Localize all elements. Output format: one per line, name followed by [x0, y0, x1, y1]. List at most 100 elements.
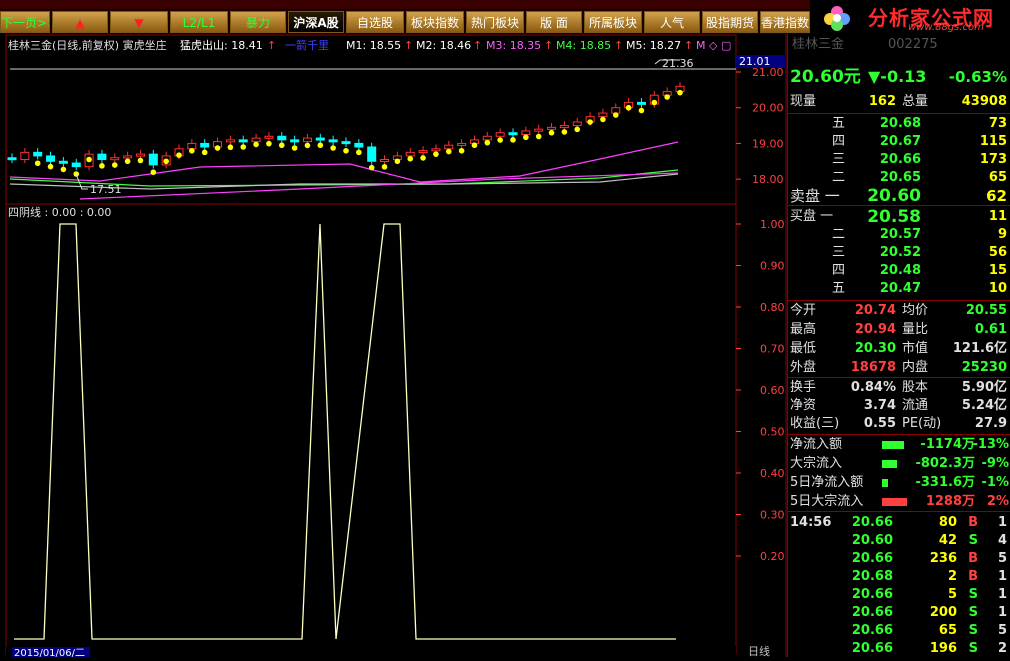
signal-dot: [240, 144, 247, 150]
quote-panel: 桂林三金 002275 20.60元 ▼-0.13 -0.63% 现量 162 …: [787, 34, 1010, 657]
chart-area[interactable]: 21.01 桂林三金(日线,前复权) 寅虎坐庄 猛虎出山: 18.41 ↑ 一箭…: [0, 34, 787, 659]
tick-row[interactable]: 20.66 196 S 2: [788, 640, 1010, 658]
tick-row[interactable]: 20.66 200 S 1: [788, 604, 1010, 622]
toolbar-button[interactable]: 下一页>>: [0, 11, 50, 33]
bid-price: 20.48: [879, 263, 921, 278]
up-arrow-icon: ↑: [404, 39, 413, 52]
chart-title: 桂林三金(日线,前复权) 寅虎坐庄: [8, 38, 167, 52]
toolbar-button[interactable]: 版 面: [526, 11, 582, 33]
ask-qty: 173: [979, 152, 1007, 167]
divider: [788, 113, 1010, 114]
tick-qty: 80: [938, 515, 957, 530]
tick-count: 1: [997, 569, 1007, 584]
stat-value: 20.55: [965, 303, 1007, 318]
signal-dot: [111, 162, 118, 168]
signal-dot: [445, 148, 452, 155]
toolbar-button[interactable]: 暴力: [230, 11, 286, 33]
m4-label: M4: 18.85: [556, 39, 611, 52]
ask-row: 二 20.65 65: [788, 169, 1010, 187]
bid-label: 二: [832, 227, 846, 242]
toolbar-button[interactable]: L2/L1: [170, 11, 228, 33]
tick-row[interactable]: 20.60 42 S 4: [788, 532, 1010, 550]
divider: [788, 434, 1010, 435]
tick-price: 20.66: [851, 587, 893, 602]
toolbar-button[interactable]: 人气: [644, 11, 700, 33]
candle-body: [148, 153, 158, 166]
stat-value: 0.61: [974, 322, 1007, 337]
signal-dot: [612, 112, 619, 118]
candle-body: [367, 146, 377, 162]
toolbar-button[interactable]: 自选股: [346, 11, 404, 33]
stat-label: 外盘: [790, 360, 817, 375]
tick-price: 20.60: [851, 533, 893, 548]
stat-value: 20.30: [854, 341, 896, 356]
toolbar-button[interactable]: 香港指数: [760, 11, 810, 33]
period-label[interactable]: 日线: [748, 644, 770, 658]
toolbar-button[interactable]: 所属板块: [584, 11, 642, 33]
signal-dot: [60, 166, 67, 173]
chart-canvas[interactable]: 21.01 桂林三金(日线,前复权) 寅虎坐庄 猛虎出山: 18.41 ↑ 一箭…: [0, 34, 787, 659]
bid-price: 20.52: [879, 245, 921, 260]
ask-qty: 62: [986, 187, 1007, 205]
tick-row[interactable]: 20.66 5 S 1: [788, 586, 1010, 604]
toolbar-button[interactable]: 板块指数: [406, 11, 464, 33]
chart-frame: [5, 34, 737, 655]
tick-row[interactable]: 20.66 236 B 5: [788, 550, 1010, 568]
stat-value: 3.74: [863, 398, 896, 413]
ask-price: 20.65: [879, 170, 921, 185]
flow-label: 大宗流入: [790, 456, 843, 471]
flower-icon: [824, 6, 850, 31]
tick-price: 20.66: [851, 623, 893, 638]
stat-label: 最低: [790, 341, 817, 356]
stats-row: 最低 20.30 市值 121.6亿: [788, 340, 1010, 358]
toolbar-button[interactable]: 热门板块: [466, 11, 524, 33]
signal-dot: [561, 129, 568, 135]
signal-line: [14, 223, 676, 640]
signal-dot: [124, 158, 131, 165]
tick-row[interactable]: 20.66 65 S 5: [788, 622, 1010, 640]
candle-body: [508, 132, 518, 136]
max-marker: 21.36: [662, 57, 694, 70]
signal-dot: [484, 139, 491, 146]
toolbar-button[interactable]: ▲: [52, 11, 108, 33]
tick-row[interactable]: 14:56 20.66 80 B 1: [788, 514, 1010, 532]
candle-body: [238, 139, 248, 143]
ask-qty: 65: [988, 170, 1007, 185]
toolbar-button[interactable]: 股指期货: [702, 11, 758, 33]
up-arrow-icon: ↑: [544, 39, 553, 52]
bid-qty: 11: [988, 209, 1007, 224]
tick-price: 20.66: [851, 515, 893, 530]
toolbar-button[interactable]: 沪深A股: [288, 11, 344, 33]
signal-dot: [227, 144, 234, 151]
divider: [788, 377, 1010, 378]
signal-dot: [574, 126, 581, 133]
tick-side: S: [968, 641, 978, 656]
candle-body: [251, 137, 261, 143]
stats-row: 最高 20.94 量比 0.61: [788, 321, 1010, 339]
ask-row: 卖盘 一 20.60 62: [788, 187, 1010, 205]
tick-row[interactable]: 20.68 2 B 1: [788, 568, 1010, 586]
stat-value: 18678: [850, 360, 896, 375]
tick-qty: 42: [938, 533, 957, 548]
tick-side: B: [968, 551, 978, 566]
bid-label: 买盘 一: [790, 209, 834, 224]
tick-time: 14:56: [790, 515, 832, 530]
candle-body: [7, 157, 17, 161]
signal-dot: [458, 147, 465, 154]
signal-dot: [523, 134, 529, 141]
stat-label: 市值: [902, 341, 929, 356]
candle-body: [97, 153, 107, 161]
stat-label: 量比: [902, 322, 929, 337]
bid-row: 二 20.57 9: [788, 226, 1010, 244]
toolbar-button[interactable]: ▼: [110, 11, 168, 33]
signal-dot: [471, 142, 478, 149]
ask-qty: 73: [988, 116, 1007, 131]
ask-price: 20.67: [879, 134, 921, 149]
signal-dot: [356, 149, 362, 156]
stat-value: 5.90亿: [961, 380, 1007, 395]
signal-dot: [201, 149, 208, 156]
flow-row: 大宗流入 -802.3万 -9%: [788, 455, 1010, 473]
candle-body: [135, 153, 145, 157]
candle-body: [354, 142, 364, 148]
indicator-label: 猛虎出山: 18.41: [180, 38, 263, 52]
